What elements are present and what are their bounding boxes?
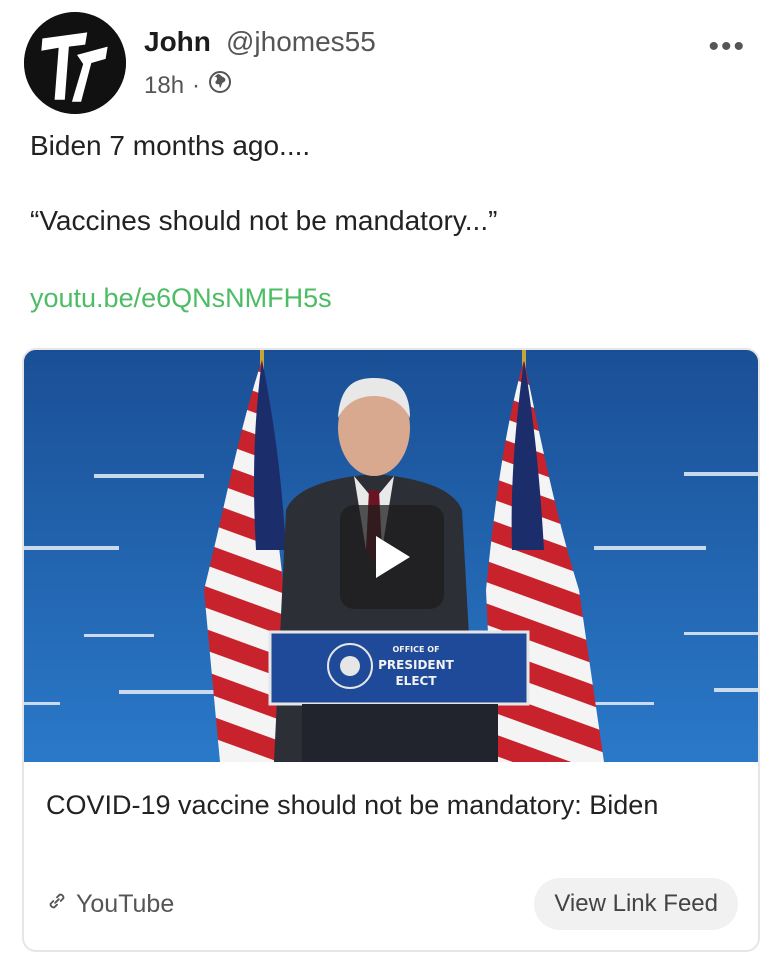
author-handle[interactable]: @jhomes55	[226, 26, 376, 58]
timestamp: 18h	[144, 71, 185, 99]
meta-separator: ·	[192, 71, 201, 99]
post-text-line-2: “Vaccines should not be mandatory...”	[30, 205, 498, 236]
card-title[interactable]: COVID-19 vaccine should not be mandatory…	[46, 786, 736, 824]
play-icon	[376, 536, 410, 578]
post-text-line-1: Biden 7 months ago....	[30, 130, 311, 161]
post-link[interactable]: youtu.be/e6QNsNMFH5s	[30, 283, 332, 314]
view-link-feed-button[interactable]: View Link Feed	[534, 878, 738, 930]
link-preview-card[interactable]: OFFICE OF PRESIDENT ELECT COVID-19 vacci…	[22, 348, 760, 952]
podium-line-2: PRESIDENT	[378, 658, 455, 672]
post-meta: 18h ·	[144, 70, 232, 101]
play-button[interactable]	[340, 505, 444, 609]
more-options-button[interactable]: •••	[708, 30, 746, 64]
link-icon	[46, 890, 68, 919]
card-source: YouTube	[46, 890, 174, 919]
podium-line-1: OFFICE OF	[392, 645, 439, 654]
source-label: YouTube	[76, 890, 175, 918]
author-name[interactable]: John	[144, 26, 211, 58]
avatar[interactable]	[24, 12, 126, 114]
avatar-logo	[24, 12, 126, 114]
podium-line-3: ELECT	[395, 674, 437, 688]
video-thumbnail[interactable]: OFFICE OF PRESIDENT ELECT	[24, 350, 758, 762]
globe-icon	[208, 70, 232, 101]
